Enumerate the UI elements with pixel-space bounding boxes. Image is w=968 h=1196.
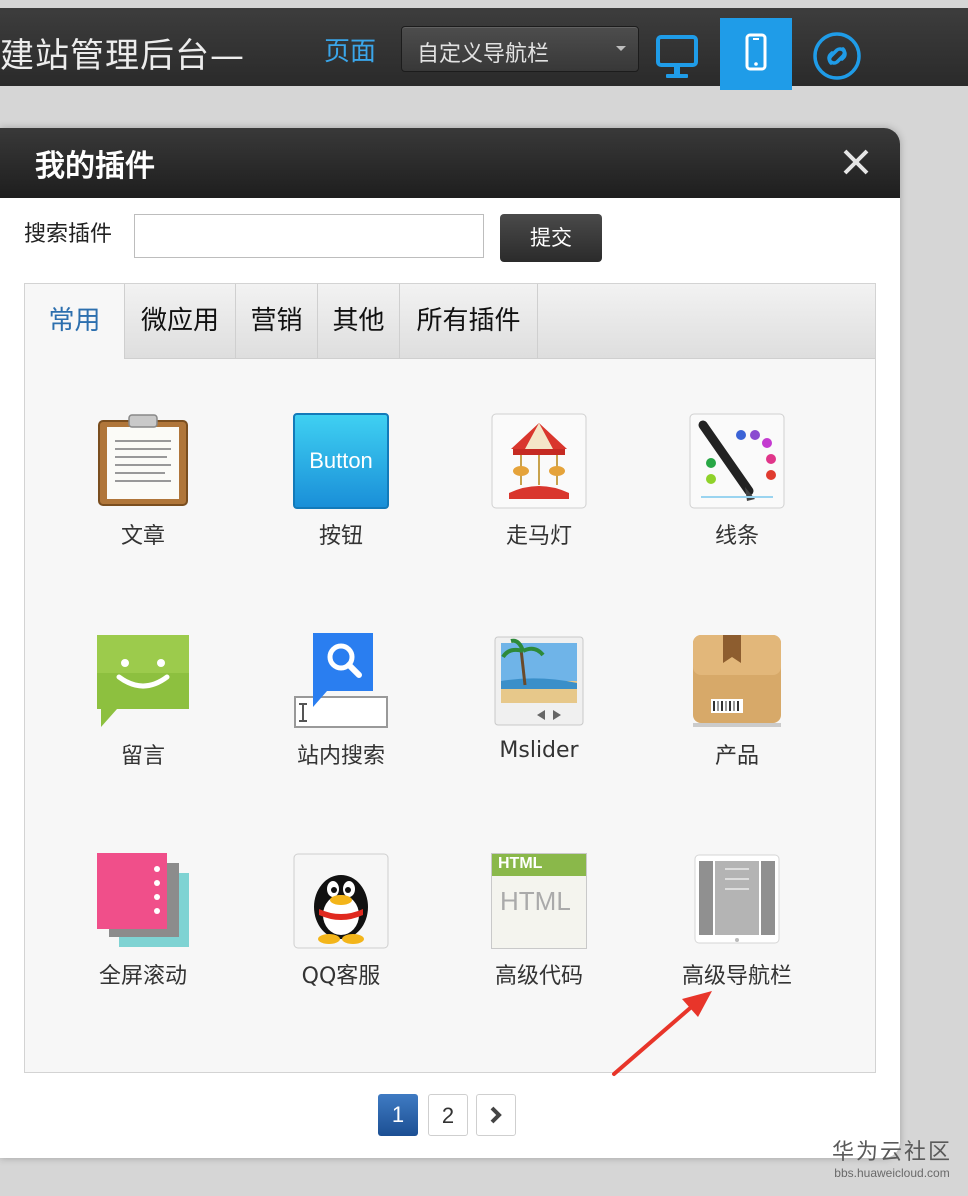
qq-penguin-icon: [293, 853, 389, 949]
plugin-label: 留言: [120, 744, 165, 769]
plugin-tile-button[interactable]: Button 按钮: [251, 413, 431, 573]
tab-common[interactable]: 常用: [25, 284, 125, 359]
caret-down-icon: [616, 46, 626, 51]
button-icon-text: Button: [309, 448, 373, 473]
plugin-label: 全屏滚动: [98, 964, 187, 989]
plugin-tile-message[interactable]: 留言: [53, 633, 233, 793]
category-tabs: 常用 微应用 营销 其他 所有插件: [25, 284, 875, 359]
plugin-tile-line[interactable]: 线条: [647, 413, 827, 573]
html-code-icon: HTML HTML: [491, 853, 587, 949]
html-code-text: HTML: [498, 855, 543, 872]
plugin-label: 按钮: [318, 524, 363, 549]
carousel-icon: [491, 413, 587, 509]
plugin-label: 文章: [120, 524, 165, 549]
navigation-select-value: 自定义导航栏: [417, 42, 550, 67]
plugin-tile-product[interactable]: 产品: [647, 633, 827, 793]
tab-marketing[interactable]: 营销: [236, 284, 318, 358]
annotation-arrow-icon: [612, 991, 712, 1076]
close-icon: [843, 149, 869, 175]
tab-all-plugins[interactable]: 所有插件: [400, 284, 538, 358]
plugin-tile-fullscreen-scroll[interactable]: 全屏滚动: [53, 853, 233, 1013]
product-box-icon: [693, 635, 781, 727]
watermark-main: 华为云社区: [831, 1140, 952, 1165]
plugins-dialog: 我的插件 搜索插件 提交 常用 微应用 营销 其他 所有插件 文章 Button…: [0, 128, 900, 1158]
plugin-label: QQ客服: [301, 964, 381, 989]
mobile-preview-button[interactable]: [720, 18, 792, 90]
search-label: 搜索插件: [24, 222, 113, 247]
plugin-panel: 常用 微应用 营销 其他 所有插件 文章 Button 按钮 走马灯 线条 留言…: [24, 283, 876, 1073]
desktop-preview-button[interactable]: [642, 18, 714, 90]
message-icon: [97, 635, 189, 727]
plugin-label: 走马灯: [505, 524, 572, 549]
link-button[interactable]: [800, 18, 872, 90]
plugin-tile-article[interactable]: 文章: [53, 413, 233, 573]
page-label[interactable]: 页面: [324, 31, 376, 68]
clipboard-icon: [98, 414, 188, 506]
plugin-label: 站内搜索: [296, 744, 385, 769]
advanced-nav-icon: [694, 854, 780, 944]
slider-icon: [494, 636, 584, 726]
close-button[interactable]: [836, 142, 876, 182]
dialog-title: 我的插件: [35, 149, 155, 184]
plugin-label: 产品: [714, 744, 759, 769]
plugin-tile-mslider[interactable]: Mslider: [449, 633, 629, 793]
watermark: 华为云社区 bbs.huaweicloud.com: [822, 1134, 962, 1180]
button-icon: Button: [293, 413, 389, 509]
navigation-select[interactable]: 自定义导航栏: [401, 26, 639, 72]
link-icon: [813, 32, 861, 80]
tab-other[interactable]: 其他: [318, 284, 400, 358]
chevron-right-icon: [490, 1106, 502, 1124]
dialog-header: 我的插件: [0, 128, 900, 198]
top-toolbar: 建站管理后台— 页面 自定义导航栏: [0, 8, 968, 90]
plugin-label: Mslider: [499, 738, 579, 763]
search-input[interactable]: [134, 214, 484, 258]
pen-icon: [689, 413, 785, 509]
next-page-button[interactable]: [476, 1094, 516, 1136]
page-2-button[interactable]: 2: [428, 1094, 468, 1136]
plugin-tile-site-search[interactable]: 站内搜索: [251, 633, 431, 793]
watermark-sub: bbs.huaweicloud.com: [834, 1166, 950, 1180]
page-1-button[interactable]: 1: [378, 1094, 418, 1136]
plugin-tile-qq-service[interactable]: QQ客服: [251, 853, 431, 1013]
fullscreen-scroll-icon: [97, 853, 189, 947]
app-title: 建站管理后台—: [0, 36, 245, 76]
submit-button[interactable]: 提交: [500, 214, 602, 262]
plugin-tile-carousel[interactable]: 走马灯: [449, 413, 629, 573]
html-code-watermark: HTML: [500, 886, 571, 916]
plugin-label: 线条: [714, 524, 759, 549]
mobile-icon: [745, 33, 767, 71]
search-icon: [294, 633, 388, 728]
monitor-icon: [656, 35, 698, 78]
tab-micro-apps[interactable]: 微应用: [125, 284, 236, 358]
